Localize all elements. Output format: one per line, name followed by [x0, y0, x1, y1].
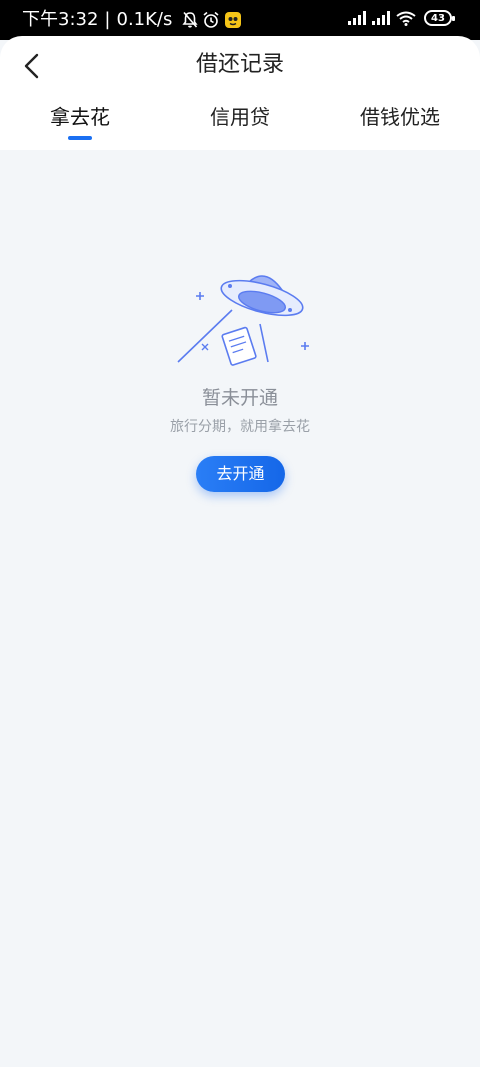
header: 借还记录 拿去花 信用贷 借钱优选 — [0, 36, 480, 150]
battery-level: 43 — [431, 12, 445, 24]
status-time: 下午3:32 — [22, 9, 99, 30]
tab-bar: 拿去花 信用贷 借钱优选 — [0, 102, 480, 142]
status-separator: | — [104, 9, 111, 30]
activate-button[interactable]: 去开通 — [196, 456, 285, 492]
battery-icon: 43 — [424, 10, 455, 26]
wifi-icon — [396, 11, 416, 26]
status-left: 下午3:32 | 0.1K/s — [22, 9, 242, 31]
tab-credit-loan[interactable]: 信用贷 — [210, 102, 270, 132]
signal-icon-1 — [348, 11, 366, 25]
status-bar: 下午3:32 | 0.1K/s 43 — [0, 0, 480, 40]
empty-subtitle: 旅行分期，就用拿去花 — [170, 419, 310, 435]
alarm-clock-icon — [203, 11, 219, 28]
tab-borrow-select[interactable]: 借钱优选 — [360, 102, 440, 132]
screen: 下午3:32 | 0.1K/s 43 借还记录 拿去花 信用贷 借钱优选 暂未开… — [0, 0, 480, 1067]
status-right: 43 — [342, 10, 455, 26]
tab-naquhua[interactable]: 拿去花 — [50, 102, 110, 132]
signal-icon-2 — [372, 11, 390, 25]
network-speed: 0.1K/s — [116, 9, 173, 30]
empty-title: 暂未开通 — [201, 387, 278, 409]
notification-app-icon — [225, 12, 242, 28]
active-tab-indicator — [68, 136, 92, 140]
page-title: 借还记录 — [195, 52, 284, 77]
mute-bell-icon — [182, 11, 198, 28]
ufo-illustration-icon — [177, 275, 309, 366]
